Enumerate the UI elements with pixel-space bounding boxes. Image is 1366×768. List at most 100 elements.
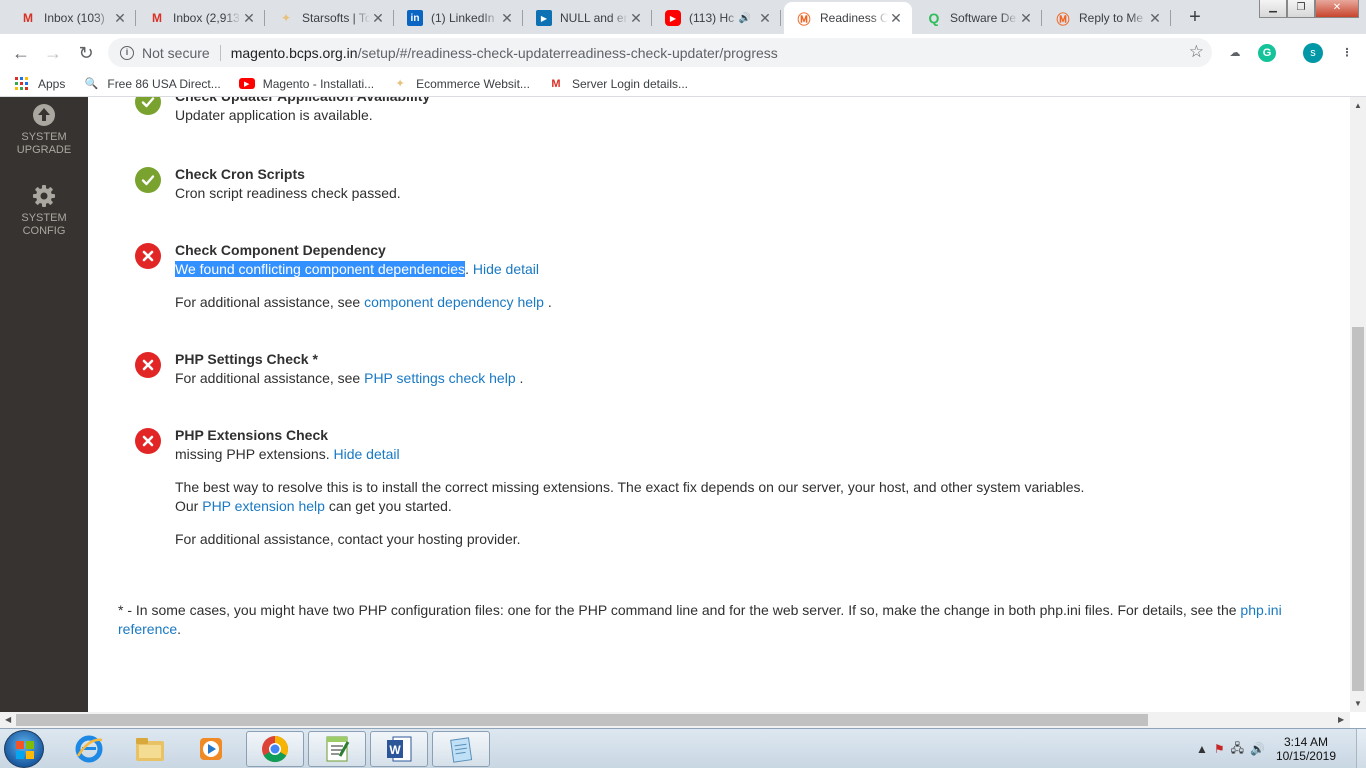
tab-title: Readiness C: [820, 11, 888, 25]
action-center-flag-icon[interactable]: ⚑: [1214, 742, 1225, 756]
close-window-button[interactable]: ✕: [1315, 0, 1359, 18]
component-dependency-help-link[interactable]: component dependency help: [364, 294, 544, 310]
back-button[interactable]: ←: [8, 40, 34, 66]
hide-detail-link[interactable]: Hide detail: [333, 446, 399, 462]
grammarly-icon[interactable]: G: [1258, 44, 1276, 62]
address-bar[interactable]: i Not secure magento.bcps.org.in/setup/#…: [108, 38, 1212, 67]
message-period: .: [465, 261, 469, 277]
starsofts-icon: ✦: [280, 11, 292, 25]
scroll-left-arrow-icon[interactable]: ◀: [5, 715, 11, 724]
tab-title: Inbox (103): [44, 11, 105, 25]
gmail-icon: M: [152, 11, 162, 25]
show-desktop-button[interactable]: [1356, 729, 1366, 768]
nav-label: SYSTEM: [21, 212, 67, 224]
bookmark-server-login[interactable]: M Server Login details...: [548, 77, 688, 91]
volume-icon[interactable]: 🔊: [1250, 742, 1265, 756]
horizontal-scrollbar[interactable]: ◀ ▶: [0, 712, 1350, 728]
speaker-icon[interactable]: 🔊: [739, 13, 751, 24]
bookmarks-bar: Apps 🔍 Free 86 USA Direct... ▶ Magento -…: [0, 71, 1366, 97]
horizontal-scroll-thumb[interactable]: [16, 714, 1148, 726]
tab-software-dev[interactable]: Q Software De ✕: [914, 2, 1042, 34]
php-settings-help-link[interactable]: PHP settings check help: [364, 370, 516, 386]
footnote-text: * - In some cases, you might have two PH…: [118, 602, 1237, 618]
bookmark-free-86[interactable]: 🔍 Free 86 USA Direct...: [83, 77, 221, 91]
media-player-icon[interactable]: [182, 731, 240, 767]
word-icon[interactable]: W: [370, 731, 428, 767]
hosting-provider-text: For additional assistance, contact your …: [175, 531, 521, 547]
close-tab-icon[interactable]: ✕: [1018, 10, 1034, 27]
assist-suffix: .: [519, 370, 524, 386]
bookmark-ecommerce[interactable]: ✦ Ecommerce Websit...: [392, 77, 530, 91]
close-tab-icon[interactable]: ✕: [1147, 10, 1163, 27]
scroll-up-arrow-icon[interactable]: ▲: [1354, 101, 1362, 110]
message-text: missing PHP extensions.: [175, 446, 330, 462]
vertical-scroll-thumb[interactable]: [1352, 327, 1364, 691]
reload-button[interactable]: ↻: [73, 40, 99, 66]
detail-prefix: Our: [175, 498, 199, 514]
clock-date: 10/15/2019: [1275, 749, 1336, 763]
assistance-text: For additional assistance, see PHP setti…: [175, 369, 1095, 388]
extension-cloud-icon[interactable]: ☁: [1226, 44, 1244, 62]
nav-label: SYSTEM: [21, 131, 67, 143]
tab-title: NULL and er: [560, 11, 628, 25]
scroll-right-arrow-icon[interactable]: ▶: [1338, 715, 1344, 724]
close-tab-icon[interactable]: ✕: [888, 10, 904, 27]
check-message: Cron script readiness check passed.: [175, 185, 401, 201]
maximize-button[interactable]: ❐: [1287, 0, 1315, 18]
admin-sidebar: SYSTEM UPGRADE SYSTEM CONFIG: [0, 97, 88, 712]
tab-readiness-check[interactable]: Ⓜ Readiness C ✕: [784, 2, 912, 34]
file-explorer-icon[interactable]: [121, 731, 179, 767]
bookmark-magento-install[interactable]: ▶ Magento - Installati...: [238, 76, 375, 91]
url-text: magento.bcps.org.in/setup/#/readiness-ch…: [231, 45, 778, 61]
tab-linkedin[interactable]: in (1) LinkedIn ✕: [395, 2, 523, 34]
assist-prefix: For additional assistance, see: [175, 294, 361, 310]
detail-text: The best way to resolve this is to insta…: [175, 479, 1085, 495]
nav-system-config[interactable]: SYSTEM CONFIG: [0, 184, 88, 238]
gear-icon: [33, 185, 55, 207]
quora-icon: Q: [928, 10, 940, 26]
close-tab-icon[interactable]: ✕: [757, 10, 773, 27]
check-body: Check Component Dependency We found conf…: [175, 241, 1095, 312]
vertical-scrollbar[interactable]: ▲ ▼: [1350, 97, 1366, 712]
nav-system-upgrade[interactable]: SYSTEM UPGRADE: [0, 103, 88, 157]
show-hidden-icons-icon[interactable]: ▲: [1196, 742, 1208, 756]
error-x-icon: [135, 352, 161, 378]
menu-kebab-icon[interactable]: ⋮: [1338, 44, 1356, 62]
network-icon[interactable]: 🖧: [1231, 739, 1244, 760]
tab-starsofts[interactable]: ✦ Starsofts | Tc ✕: [266, 2, 394, 34]
tab-inbox-2913[interactable]: M Inbox (2,913 ✕: [137, 2, 265, 34]
close-tab-icon[interactable]: ✕: [241, 10, 257, 27]
tab-title: (1) LinkedIn: [431, 11, 495, 25]
start-button[interactable]: [4, 730, 44, 768]
tab-youtube[interactable]: ▶ (113) Hc 🔊 ✕: [653, 2, 781, 34]
info-icon[interactable]: i: [120, 45, 134, 60]
close-tab-icon[interactable]: ✕: [112, 10, 128, 27]
scroll-down-arrow-icon[interactable]: ▼: [1354, 699, 1362, 708]
notepad-plus-icon[interactable]: [308, 731, 366, 767]
profile-avatar[interactable]: s: [1303, 43, 1323, 63]
system-clock[interactable]: 3:14 AM 10/15/2019: [1276, 735, 1336, 763]
minimize-button[interactable]: ▁: [1259, 0, 1287, 18]
bookmark-label: Magento - Installati...: [262, 76, 375, 91]
footnote-period: .: [177, 621, 182, 637]
php-extension-help-link[interactable]: PHP extension help: [202, 498, 325, 514]
tab-inbox-103[interactable]: M Inbox (103) ✕: [8, 2, 136, 34]
tab-null-and-empty[interactable]: ▶ NULL and er ✕: [524, 2, 652, 34]
notepad-icon[interactable]: [432, 731, 490, 767]
close-tab-icon[interactable]: ✕: [628, 10, 644, 27]
hide-detail-link[interactable]: Hide detail: [473, 261, 539, 277]
tab-reply-to-me[interactable]: Ⓜ Reply to Me ✕: [1043, 2, 1171, 34]
check-message: We found conflicting component dependenc…: [175, 260, 1095, 279]
apps-icon: [14, 76, 30, 91]
page-viewport: SYSTEM UPGRADE SYSTEM CONFIG Updater app…: [0, 97, 1366, 712]
close-tab-icon[interactable]: ✕: [370, 10, 386, 27]
check-title: PHP Settings Check *: [175, 351, 318, 367]
forward-button[interactable]: →: [40, 40, 66, 66]
close-tab-icon[interactable]: ✕: [499, 10, 515, 27]
chrome-icon[interactable]: [246, 731, 304, 767]
internet-explorer-icon[interactable]: [60, 731, 118, 767]
new-tab-button[interactable]: +: [1182, 5, 1208, 31]
bookmark-apps[interactable]: Apps: [14, 76, 65, 91]
url-host: magento.bcps.org.in: [230, 44, 358, 61]
bookmark-star-icon[interactable]: ☆: [1189, 42, 1204, 62]
